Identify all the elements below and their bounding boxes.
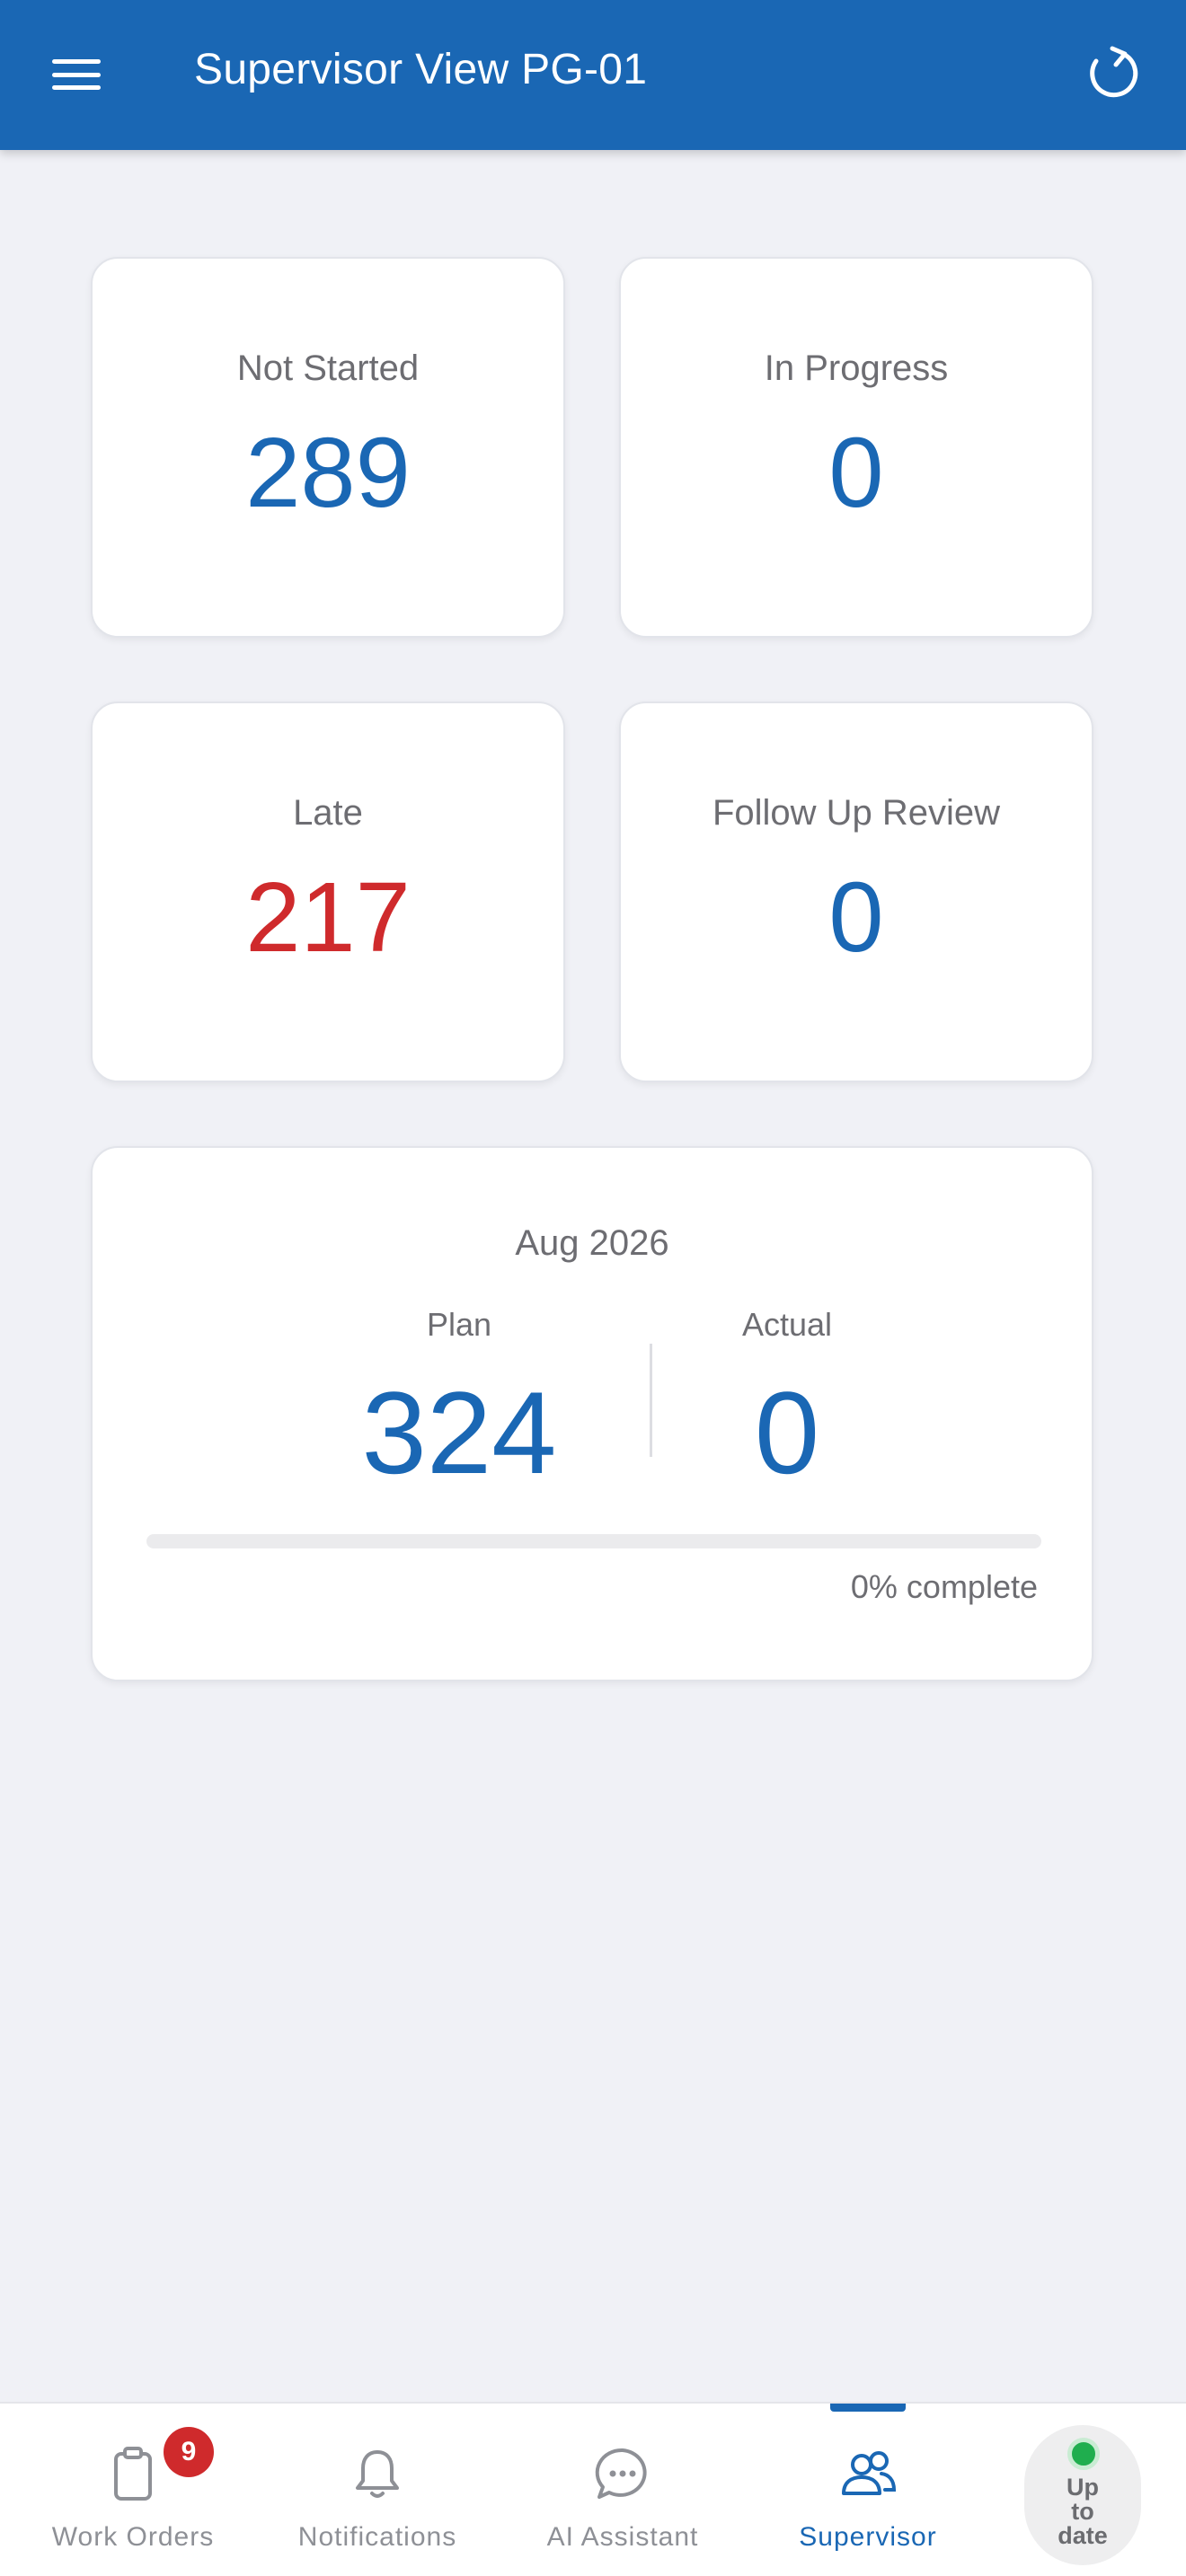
month-label: Aug 2026	[515, 1223, 669, 1263]
late-label: Late	[293, 793, 363, 833]
sync-status-dot	[1067, 2438, 1100, 2470]
not-started-label: Not Started	[236, 348, 420, 388]
sync-text-line: date	[1058, 2522, 1108, 2549]
bell-icon	[346, 2443, 409, 2506]
nav-label: Notifications	[297, 2522, 457, 2552]
page-title: Supervisor View PG-01	[194, 46, 648, 93]
menu-line	[52, 72, 101, 77]
nav-work-orders[interactable]: 9 Work Orders	[16, 2404, 250, 2576]
plan-actual-card: Aug 2026 Plan 324 Actual 0 0% complete	[91, 1146, 1093, 1681]
not-started-card[interactable]: Not Started 289	[91, 257, 565, 638]
clipboard-icon	[102, 2443, 164, 2506]
progress-bar	[146, 1534, 1041, 1548]
actual-label: Actual	[741, 1306, 833, 1343]
nav-supervisor[interactable]: Supervisor	[751, 2404, 985, 2576]
top-app-bar: Supervisor View PG-01	[0, 0, 1186, 150]
in-progress-card[interactable]: In Progress 0	[619, 257, 1093, 638]
late-card[interactable]: Late 217	[91, 701, 565, 1082]
follow-up-review-count: 0	[828, 862, 884, 973]
menu-line	[52, 59, 101, 64]
nav-ai-assistant[interactable]: AI Assistant	[506, 2404, 739, 2576]
nav-notifications[interactable]: Notifications	[261, 2404, 494, 2576]
nav-label: Work Orders	[51, 2522, 215, 2552]
plan-label: Plan	[426, 1306, 492, 1343]
progress-text: 0% complete	[850, 1568, 1038, 1605]
in-progress-count: 0	[828, 418, 884, 528]
menu-line	[52, 85, 101, 90]
actual-value: 0	[754, 1367, 820, 1498]
people-icon	[836, 2443, 899, 2506]
late-count: 217	[245, 862, 411, 973]
follow-up-review-card[interactable]: Follow Up Review 0	[619, 701, 1093, 1082]
nav-label: Supervisor	[799, 2522, 937, 2552]
nav-label: AI Assistant	[546, 2522, 699, 2552]
hamburger-menu-icon[interactable]	[45, 52, 108, 97]
sync-text-line: Up	[1067, 2474, 1099, 2501]
refresh-icon[interactable]	[1078, 41, 1143, 106]
in-progress-label: In Progress	[764, 348, 949, 388]
follow-up-review-label: Follow Up Review	[712, 793, 1001, 833]
chat-bubble-icon	[591, 2443, 654, 2506]
app-root: Supervisor View PG-01 Not Started 289 In…	[0, 0, 1186, 2576]
sync-status-text: Up to date	[1024, 2475, 1141, 2548]
sync-text-line: to	[1071, 2498, 1094, 2525]
work-orders-badge: 9	[164, 2427, 214, 2477]
bottom-nav: 9 Work Orders Notifications AI Assistant…	[0, 2402, 1186, 2576]
sync-status-button[interactable]: Up to date	[1024, 2425, 1141, 2565]
plan-value: 324	[361, 1367, 557, 1498]
not-started-count: 289	[245, 418, 411, 528]
